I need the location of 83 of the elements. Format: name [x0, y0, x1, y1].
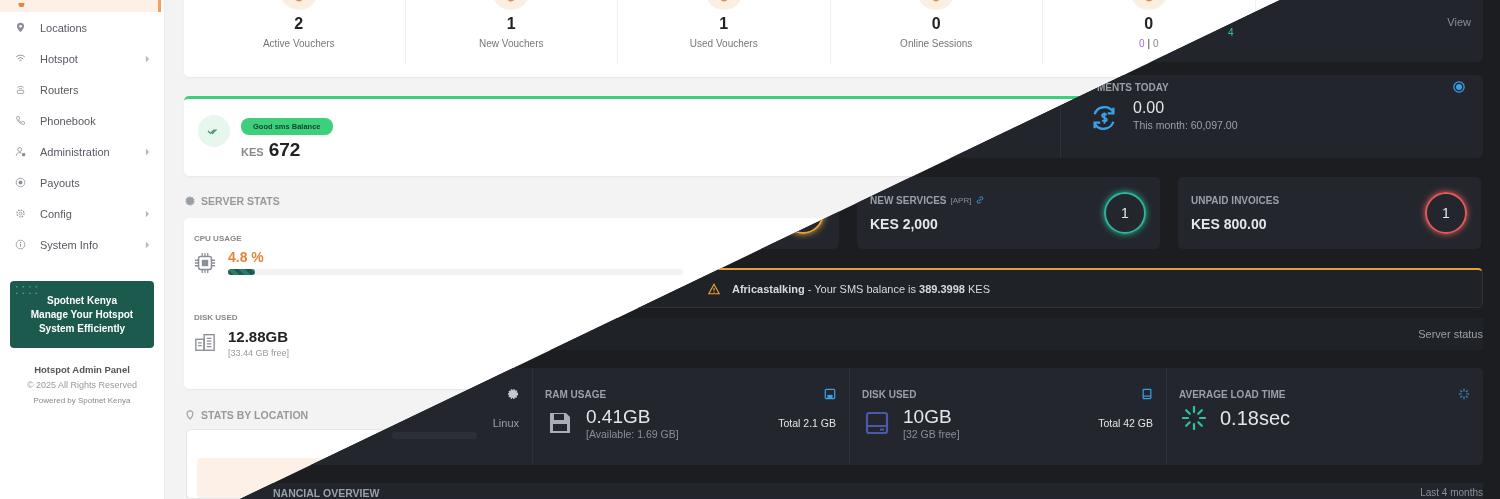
stat-label: Active Vouchers [262, 38, 335, 49]
count-ring: 1 [1104, 192, 1146, 234]
stat-value: 2 [294, 15, 304, 33]
menu-item[interactable]: Locations [0, 12, 164, 43]
cpu-value: 4.8 % [228, 248, 265, 265]
stat-value: 1 [506, 15, 516, 33]
panel-title: Server status [1418, 328, 1483, 340]
disk-total-text: Total 42 GB [1098, 417, 1153, 429]
spinner-icon [1182, 406, 1206, 430]
router-icon [15, 84, 26, 95]
menu-item[interactable]: System Info [0, 229, 164, 260]
stat-label: Online Sessions [900, 38, 973, 49]
os-name: Linux [492, 417, 519, 429]
gear-icon [507, 388, 519, 400]
location-pin-icon [15, 22, 26, 33]
card-title: UNPAID INVOICES [1191, 194, 1280, 206]
stat-subvalue: 4 [1228, 27, 1234, 40]
stat-label: DISK USED [194, 312, 239, 322]
stat-label: Used Vouchers [689, 38, 758, 49]
view-link[interactable]: View [1447, 16, 1471, 62]
menu-item[interactable]: Administration [0, 136, 164, 167]
ram-detail-text: [Available: 1.69 GB] [586, 428, 680, 440]
menu-item[interactable]: Hotspot [0, 43, 164, 74]
link-icon[interactable] [975, 195, 986, 205]
warning-icon [707, 282, 720, 295]
stat-value: 1 [719, 15, 729, 33]
load-time-value: 0.18sec [1220, 406, 1291, 430]
date-range-text: Last 4 months [1420, 487, 1483, 498]
payments-value: 0.00 [1133, 99, 1166, 117]
caret-icon [145, 240, 150, 249]
stat-label: RAM USAGE [545, 388, 607, 400]
user-icon [15, 146, 26, 157]
card-value: KES 800.00 [1191, 215, 1268, 232]
location-pin-icon [185, 409, 195, 420]
promo-title: Spotnet Kenya [47, 293, 117, 308]
phone-icon [15, 115, 26, 126]
copyright-text: © 2025 All Rights Reserved [25, 380, 139, 390]
menu-item[interactable]: Payouts [0, 167, 164, 198]
caret-icon [145, 54, 150, 63]
monthly-total-text: This month: 60,097.00 [1133, 119, 1238, 131]
alert-message: Africastalking - Your SMS balance is 389.3998 KES [731, 282, 991, 295]
hard-drive-icon [1141, 388, 1153, 400]
double-check-icon [198, 115, 230, 148]
disk-value: 12.88GB [228, 327, 290, 345]
stat-label: DISK USED [862, 388, 917, 400]
footer-title: Hotspot Admin Panel [33, 364, 131, 375]
info-icon [15, 239, 26, 250]
stat-label: AVERAGE LOAD TIME [1179, 388, 1286, 400]
stat-value: 0 [931, 15, 941, 33]
stat-label: CPU USAGE [194, 233, 243, 243]
disk-value: 10GB [903, 406, 953, 428]
powered-by-text: Powered by Spotnet Kenya [32, 396, 132, 405]
caret-icon [145, 147, 150, 156]
disk-free-text: [32 GB free] [903, 428, 961, 440]
stat-subvalue: | [1147, 38, 1151, 49]
stat-subvalue: 0 [1138, 38, 1145, 49]
promo-text: Manage Your Hotspot System Efficiently [29, 307, 135, 336]
menu-item[interactable]: Routers [0, 74, 164, 105]
period-tag: [APR] [950, 195, 972, 205]
balance-amount: 672 [268, 139, 301, 162]
hard-drive-icon [865, 411, 889, 435]
spinner-icon [1458, 388, 1470, 400]
count-ring: 1 [1425, 192, 1467, 234]
coin-icon [15, 177, 26, 188]
ram-value: 0.41GB [586, 406, 652, 428]
gear-icon [185, 196, 195, 207]
cpu-icon [194, 251, 216, 274]
caret-icon [145, 209, 150, 218]
disk-free-text: [33.44 GB free] [228, 347, 290, 358]
stat-label: New Vouchers [479, 38, 544, 49]
card-title: NEW SERVICES [870, 194, 947, 206]
section-title: SERVER STATS [201, 195, 280, 208]
section-title: NANCIAL OVERVIEW [273, 487, 380, 499]
wifi-icon [15, 53, 26, 64]
menu-item[interactable]: Phonebook [0, 105, 164, 136]
gear-icon [15, 208, 26, 219]
menu-item[interactable]: Config [0, 198, 164, 229]
card-value: KES 2,000 [870, 215, 939, 232]
currency-label: KES [241, 146, 264, 159]
section-title: STATS BY LOCATION [201, 408, 309, 421]
stat-value: 0 [1144, 15, 1154, 33]
stat-subvalue: 0 [1153, 38, 1159, 49]
ram-total-text: Total 2.1 GB [778, 417, 836, 429]
